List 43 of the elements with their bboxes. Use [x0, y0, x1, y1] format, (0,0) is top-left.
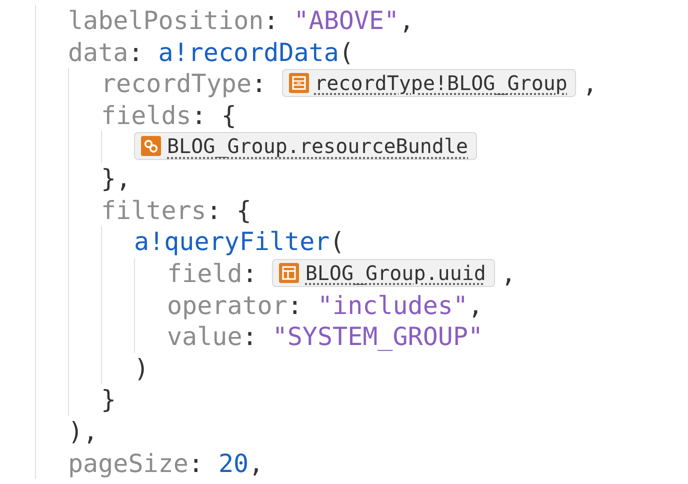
property-name: field — [167, 259, 242, 288]
punctuation: : — [242, 259, 258, 288]
property-name: data — [68, 38, 128, 67]
punctuation: , — [582, 69, 598, 98]
reference-chip[interactable]: BLOG_Group.uuid — [272, 258, 495, 287]
punctuation: ( — [338, 38, 354, 67]
punctuation: { — [221, 101, 236, 130]
punctuation: : — [191, 101, 206, 130]
punctuation: : — [287, 290, 302, 320]
punctuation: , — [500, 259, 516, 288]
punctuation: , — [468, 290, 484, 320]
function-name: a!recordData — [158, 38, 339, 67]
string-literal: "ABOVE" — [294, 6, 400, 36]
property-name: labelPosition — [68, 6, 264, 36]
property-name: fields — [101, 101, 192, 130]
punctuation: , — [399, 6, 414, 36]
string-literal: "includes" — [317, 290, 468, 320]
function-name: a!queryFilter — [134, 227, 330, 256]
punctuation: }, — [101, 164, 132, 194]
reference-chip[interactable]: BLOG_Group.resourceBundle — [134, 132, 478, 160]
number-literal: 20 — [218, 448, 249, 478]
punctuation: ) — [134, 354, 150, 383]
table-icon — [279, 262, 300, 283]
punctuation: , — [248, 448, 264, 478]
link-icon — [141, 136, 161, 156]
punctuation: : — [242, 322, 258, 352]
punctuation: ), — [68, 417, 98, 446]
punctuation: { — [236, 196, 252, 225]
property-name: value — [167, 322, 242, 352]
property-name: operator — [167, 290, 288, 320]
punctuation: : — [188, 448, 204, 478]
property-name: pageSize — [68, 448, 188, 478]
string-literal: "SYSTEM_GROUP" — [272, 322, 484, 352]
punctuation: ( — [330, 227, 345, 256]
list-icon — [288, 72, 309, 93]
punctuation: : — [128, 38, 144, 67]
punctuation: : — [206, 196, 222, 225]
property-name: recordType — [101, 69, 252, 98]
property-name: filters — [101, 196, 206, 225]
reference-chip[interactable]: recordType!BLOG_Group — [282, 68, 576, 97]
punctuation: : — [264, 6, 279, 36]
punctuation: } — [101, 385, 116, 414]
punctuation: : — [252, 69, 267, 98]
